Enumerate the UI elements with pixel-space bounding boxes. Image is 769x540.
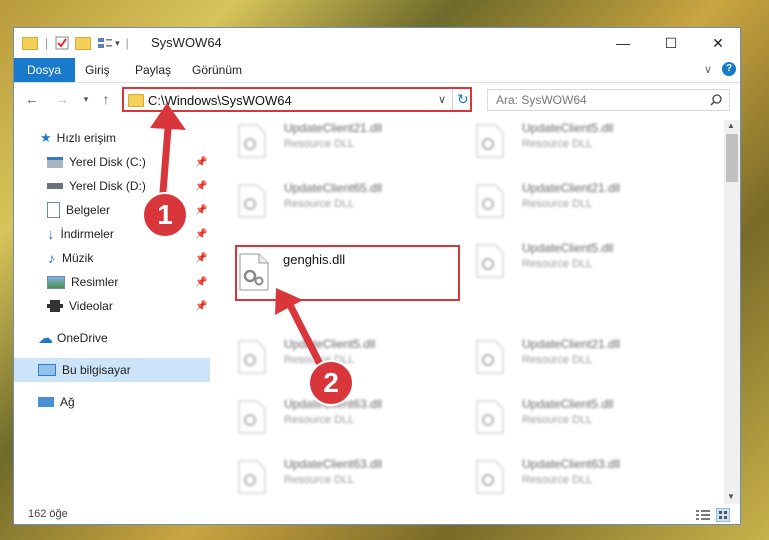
arrow-1-head: [150, 103, 186, 130]
arrow-2: [286, 303, 327, 372]
step-2-badge: 2: [308, 360, 354, 406]
annotation-layer: [150, 103, 327, 372]
step-1-badge: 1: [142, 192, 188, 238]
arrow-2-head: [275, 288, 303, 315]
